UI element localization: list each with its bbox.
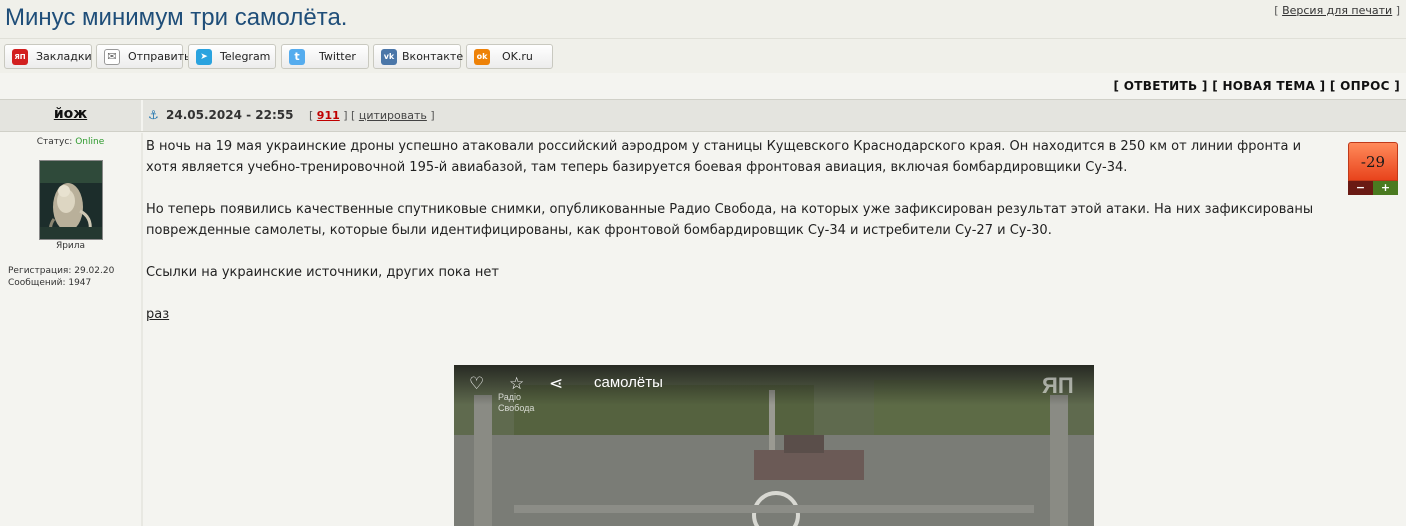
post-header: йож ⚓ 24.05.2024 - 22:55 [ 911 ] [ цитир…: [0, 99, 1406, 132]
post-date: 24.05.2024 - 22:55: [166, 108, 294, 122]
ok-icon: ok: [474, 48, 490, 65]
post-paragraph: В ночь на 19 мая украинские дроны успешн…: [146, 139, 1302, 175]
image-title: самолёты: [594, 374, 663, 391]
rating-minus-button[interactable]: −: [1348, 181, 1373, 195]
column-divider: [141, 133, 143, 526]
avatar-image: [40, 161, 102, 239]
poll-link[interactable]: [ ОПРОС ]: [1330, 79, 1400, 93]
post-meta: [ 911 ] [ цитировать ]: [309, 109, 435, 122]
post-number-link[interactable]: 911: [317, 109, 340, 122]
heart-icon[interactable]: ♡: [469, 374, 484, 394]
author-panel: Статус: Online Ярила Регистрация: 29.02.…: [0, 133, 141, 526]
watermark-logo: ЯП: [1042, 373, 1074, 398]
page-title: Минус минимум три самолёта.: [5, 4, 348, 31]
vk-icon: vk: [381, 48, 397, 65]
telegram-button[interactable]: ➤ Telegram: [188, 44, 276, 69]
post-link[interactable]: раз: [146, 307, 169, 322]
rating-plus-button[interactable]: +: [1373, 181, 1398, 195]
post-paragraph: Но теперь появились качественные спутник…: [146, 202, 1314, 238]
share-icon[interactable]: ⋖: [549, 374, 563, 394]
quote-link[interactable]: цитировать: [359, 109, 427, 122]
avatar-caption: Ярила: [55, 241, 86, 251]
header-divider: [141, 100, 143, 131]
bookmarks-button[interactable]: ЯП Закладки: [4, 44, 92, 69]
print-version-link[interactable]: Версия для печати: [1282, 4, 1392, 17]
mail-icon: ✉: [104, 48, 120, 65]
telegram-icon: ➤: [196, 48, 212, 65]
rating-widget: -29 − +: [1348, 142, 1398, 196]
online-badge: Online: [75, 137, 105, 147]
topbar: Минус минимум три самолёта. [ Версия для…: [0, 0, 1406, 38]
share-bar: ЯП Закладки ✉ Отправить ➤ Telegram t Twi…: [0, 38, 1406, 73]
new-topic-link[interactable]: [ НОВАЯ ТЕМА ]: [1212, 79, 1325, 93]
author-stats: Регистрация: 29.02.20 Сообщений: 1947: [8, 265, 114, 289]
author-name[interactable]: йож: [0, 106, 141, 122]
send-button[interactable]: ✉ Отправить: [96, 44, 191, 69]
twitter-icon: t: [289, 48, 305, 65]
registration-date: Регистрация: 29.02.20: [8, 266, 115, 276]
reply-link[interactable]: [ ОТВЕТИТЬ ]: [1114, 79, 1208, 93]
rating-value: -29: [1348, 142, 1398, 181]
topic-actions: [ ОТВЕТИТЬ ] [ НОВАЯ ТЕМА ] [ ОПРОС ]: [1114, 79, 1401, 93]
message-count: Сообщений: 1947: [8, 278, 92, 288]
anchor-icon[interactable]: ⚓: [148, 108, 159, 122]
post-body: В ночь на 19 мая украинские дроны успешн…: [146, 136, 1336, 346]
vkontakte-button[interactable]: vk Вконтакте: [373, 44, 463, 69]
post-paragraph: Ссылки на украинские источники, других п…: [146, 265, 499, 280]
ok-button[interactable]: ok OK.ru: [466, 44, 553, 69]
star-icon[interactable]: ☆: [509, 374, 524, 394]
print-version: [ Версия для печати ]: [1274, 4, 1400, 17]
gallery-image[interactable]: ♡ ☆ ⋖ самолёты ЯП Радіо Свобода: [454, 365, 1094, 526]
author-status: Статус: Online: [36, 137, 105, 147]
image-source-label: Радіо Свобода: [498, 392, 535, 413]
yap-icon: ЯП: [12, 48, 28, 65]
twitter-button[interactable]: t Twitter: [281, 44, 369, 69]
avatar[interactable]: [39, 160, 103, 240]
